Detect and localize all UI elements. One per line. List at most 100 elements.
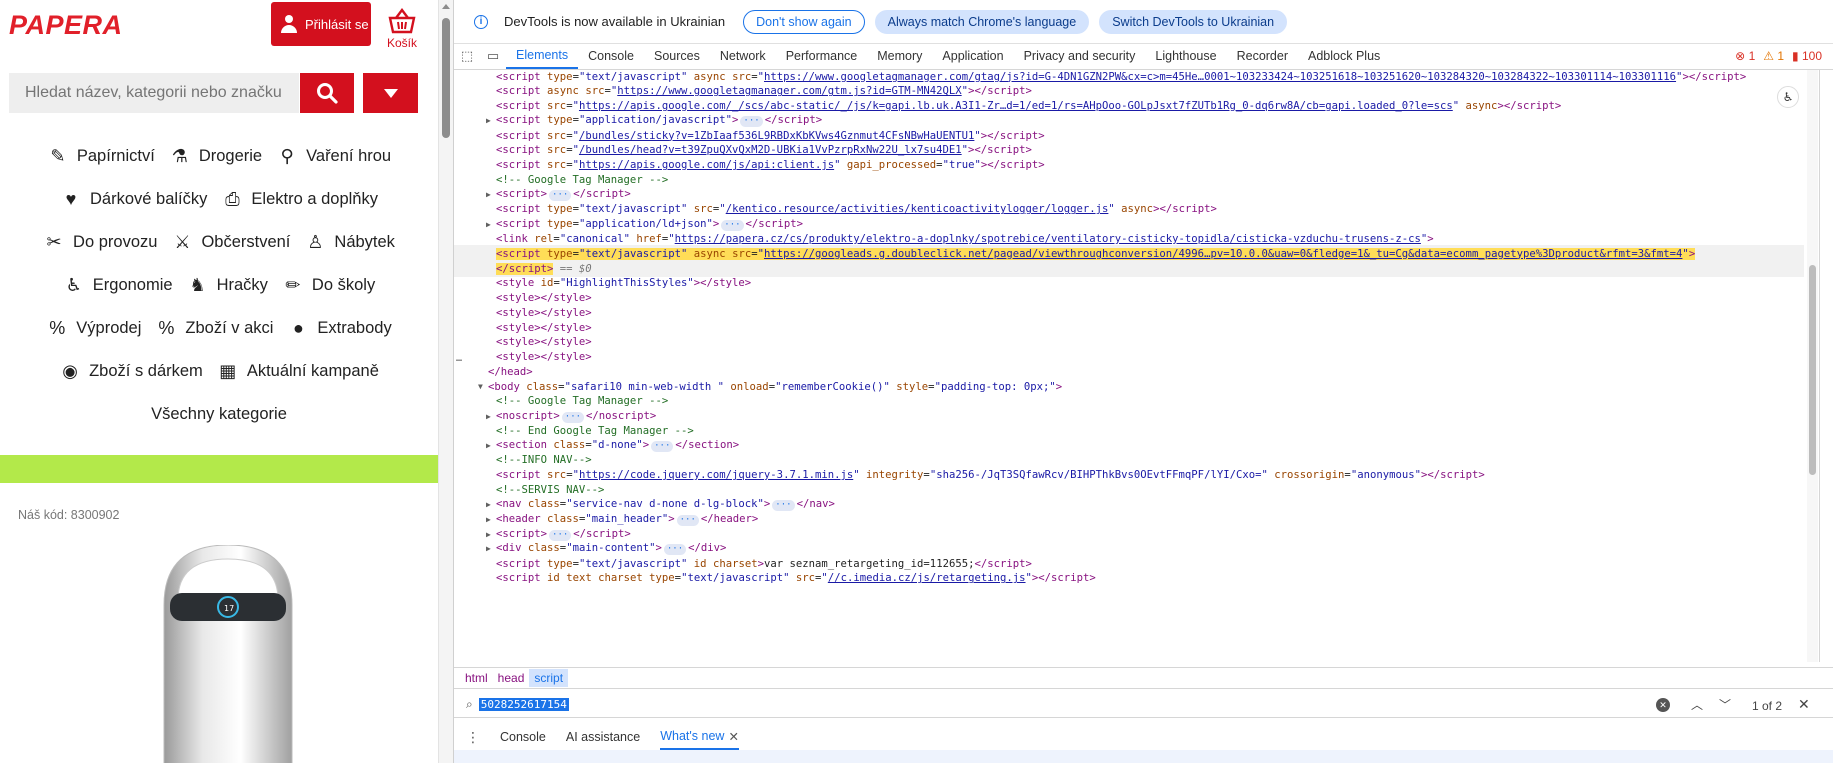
- papera-logo[interactable]: PAPERA: [9, 10, 123, 41]
- gift-hand-icon: ♥: [65, 189, 77, 209]
- basket-icon: [388, 8, 416, 34]
- tab-elements[interactable]: Elements: [506, 43, 579, 69]
- dom-tree[interactable]: … <script type="text/javascript" async s…: [454, 70, 1804, 662]
- tab-memory[interactable]: Memory: [867, 43, 932, 69]
- tab-network[interactable]: Network: [710, 43, 776, 69]
- scroll-up-arrow[interactable]: [442, 4, 450, 9]
- category-obcerstveni[interactable]: ⚔ Občerstvení: [171, 232, 290, 254]
- dom-node-markup: <script type="text/javascript" src="/ken…: [496, 203, 1217, 216]
- dom-node-markup: <script type="text/javascript" id charse…: [496, 557, 1032, 570]
- dom-node-markup: <!-- Google Tag Manager -->: [496, 395, 669, 408]
- category-do-provozu[interactable]: ✂ Do provozu: [43, 232, 158, 254]
- search-input[interactable]: [9, 73, 299, 113]
- breadcrumb-head[interactable]: head: [493, 669, 530, 687]
- category-hracky[interactable]: ♞ Hračky: [187, 275, 268, 297]
- all-categories-link[interactable]: Všechny kategorie: [0, 393, 438, 436]
- tab-sources[interactable]: Sources: [644, 43, 710, 69]
- expand-triangle-icon[interactable]: ▶: [486, 190, 496, 199]
- close-find-icon[interactable]: ✕: [1798, 696, 1810, 713]
- breadcrumb: html head script: [454, 667, 1833, 689]
- expand-triangle-icon[interactable]: ▶: [486, 220, 496, 229]
- dom-node-markup: <script type="text/javascript" async src…: [496, 70, 1747, 83]
- dom-node-line[interactable]: <script id text charset type="text/javas…: [454, 570, 1804, 587]
- expand-triangle-icon[interactable]: ▶: [486, 500, 496, 509]
- category-do-skoly[interactable]: ✏ Do školy: [282, 275, 375, 297]
- next-match-icon[interactable]: ﹀: [1719, 696, 1731, 713]
- category-zbozi-s-darkem[interactable]: ◉ Zboží s dárkem: [59, 361, 203, 383]
- dont-show-again-button[interactable]: Don't show again: [743, 9, 865, 34]
- category-ergonomie[interactable]: ♿ Ergonomie: [63, 275, 173, 297]
- category-nabytek[interactable]: ♙ Nábytek: [304, 232, 395, 254]
- close-tab-icon[interactable]: ✕: [728, 729, 738, 744]
- collapse-triangle-icon[interactable]: ▼: [478, 382, 488, 391]
- cart-label: Košík: [386, 36, 417, 50]
- drawer-tab-whats-new[interactable]: What's new ✕: [660, 724, 739, 750]
- page-scrollbar[interactable]: [438, 0, 453, 763]
- tab-privacy-security[interactable]: Privacy and security: [1014, 43, 1146, 69]
- breadcrumb-script[interactable]: script: [529, 669, 569, 687]
- dom-node-markup: <style id="HighlightThisStyles"></style>: [496, 277, 752, 290]
- clear-search-icon[interactable]: ✕: [1656, 698, 1670, 712]
- tab-recorder[interactable]: Recorder: [1227, 43, 1298, 69]
- always-match-language-button[interactable]: Always match Chrome's language: [874, 9, 1090, 34]
- air-purifier-image[interactable]: 17: [160, 545, 296, 763]
- dom-tree-scroll-thumb[interactable]: [1809, 265, 1816, 475]
- expand-triangle-icon[interactable]: ▶: [486, 412, 496, 421]
- find-input[interactable]: 5028252617154: [478, 698, 569, 711]
- category-zbozi-v-akci[interactable]: % Zboží v akci: [155, 318, 273, 340]
- search-category-dropdown[interactable]: [363, 73, 418, 113]
- expand-triangle-icon[interactable]: ▶: [486, 441, 496, 450]
- previous-match-icon[interactable]: ︿: [1691, 696, 1703, 713]
- dom-tree-scrollbar[interactable]: [1807, 70, 1818, 662]
- device-toolbar-icon[interactable]: ▭: [480, 43, 506, 69]
- inspect-element-icon[interactable]: ⬚: [454, 43, 480, 69]
- dom-node-markup: <script type="application/ld+json"> ··· </…: [496, 217, 803, 231]
- category-papirnictvi[interactable]: ✎ Papírnictví: [47, 146, 155, 168]
- switch-to-ukrainian-button[interactable]: Switch DevTools to Ukrainian: [1099, 9, 1288, 34]
- dom-node-markup: <script src="/bundles/head?v=t39ZpuQXvQx…: [496, 144, 1032, 157]
- seated-person-icon: ♿: [65, 275, 82, 295]
- category-vareni-hrou[interactable]: ⚲ Vaření hrou: [276, 146, 392, 168]
- dom-node-markup: <body class="safari10 min-web-width " on…: [488, 380, 1063, 393]
- search-icon: [317, 83, 338, 104]
- shop-page: PAPERA Přihlásit se Košík Hledat název, …: [0, 0, 438, 763]
- issues-count: ▮ 100: [1792, 49, 1822, 63]
- drawer-tab-ai-assistance[interactable]: AI assistance: [566, 724, 640, 750]
- expand-triangle-icon[interactable]: ▶: [486, 116, 496, 125]
- login-button[interactable]: Přihlásit se: [271, 2, 371, 46]
- cart-button[interactable]: Košík: [384, 8, 420, 50]
- expand-triangle-icon[interactable]: ▶: [486, 515, 496, 524]
- cutlery-icon: ⚔: [174, 232, 191, 252]
- expand-triangle-icon[interactable]: ▶: [486, 530, 496, 539]
- drawer-menu-icon[interactable]: ⋮: [466, 729, 480, 746]
- warning-count: ⚠ 1: [1763, 49, 1785, 63]
- devtools-tabs: ⬚ ▭ Elements Console Sources Network Per…: [454, 44, 1833, 70]
- category-darkove-balicky[interactable]: ♥ Dárkové balíčky: [60, 189, 208, 211]
- dom-node-markup: <!--SERVIS NAV-->: [496, 483, 605, 496]
- expand-triangle-icon[interactable]: ▶: [486, 544, 496, 553]
- dom-node-markup: <style></style>: [496, 306, 592, 319]
- category-vyprodej[interactable]: % Výprodej: [46, 318, 141, 340]
- category-extrabody[interactable]: ● Extrabody: [287, 318, 392, 340]
- tab-application[interactable]: Application: [932, 43, 1013, 69]
- category-drogerie[interactable]: ⚗ Drogerie: [169, 146, 262, 168]
- category-elektro[interactable]: ⎙ Elektro a doplňky: [221, 189, 378, 211]
- tab-adblock-plus[interactable]: Adblock Plus: [1298, 43, 1390, 69]
- tab-performance[interactable]: Performance: [776, 43, 868, 69]
- issue-counters[interactable]: ⊗ 1 ⚠ 1 ▮ 100: [1735, 49, 1822, 63]
- tab-console[interactable]: Console: [578, 43, 644, 69]
- drawer-tab-console[interactable]: Console: [500, 724, 546, 750]
- accessibility-tree-icon[interactable]: ♿: [1777, 86, 1799, 108]
- dom-node-markup: <!-- Google Tag Manager -->: [496, 173, 669, 186]
- dom-node-markup: <header class="main_header"> ··· </header>: [496, 512, 759, 526]
- category-aktualni-kampane[interactable]: ▦ Aktuální kampaně: [217, 361, 379, 383]
- styles-sidebar[interactable]: [1819, 70, 1833, 662]
- dom-node-markup: <script type="text/javascript" async src…: [496, 247, 1696, 260]
- dom-node-markup: </script> == $0: [496, 262, 592, 275]
- gift-icon: ◉: [62, 361, 78, 381]
- tab-lighthouse[interactable]: Lighthouse: [1145, 43, 1226, 69]
- breadcrumb-html[interactable]: html: [460, 669, 493, 687]
- page-scroll-thumb[interactable]: [442, 18, 450, 138]
- rocking-horse-icon: ♞: [189, 275, 206, 295]
- search-button[interactable]: [300, 73, 354, 113]
